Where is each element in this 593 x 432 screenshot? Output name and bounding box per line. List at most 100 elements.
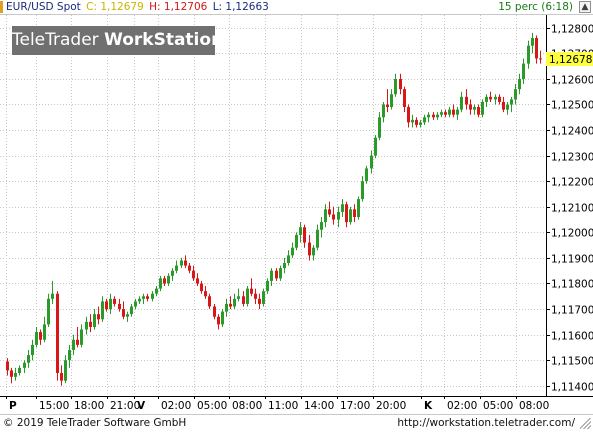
candle-body (411, 119, 414, 123)
candle-body (14, 372, 17, 377)
candle-body (531, 38, 534, 46)
y-tick-label: 1,12800 (551, 24, 593, 36)
y-tick-label: 1,12000 (551, 228, 593, 240)
candle-body (473, 107, 476, 110)
candle-body (370, 155, 373, 169)
candle-body (303, 227, 306, 243)
candle-body (456, 109, 459, 115)
candle-body (485, 96, 488, 102)
y-tick-label: 1,12500 (551, 100, 593, 112)
x-tick-label: 05:00 (197, 400, 227, 412)
x-tick-label: K (424, 400, 433, 412)
candle-body (27, 355, 30, 363)
candle-body (47, 298, 50, 325)
candle-body (332, 214, 335, 220)
candle-body (167, 275, 170, 284)
candle-body (295, 234, 298, 248)
candle-body (527, 45, 530, 64)
candle-body (175, 265, 178, 271)
candle-body (279, 268, 282, 279)
y-tick-label: 1,12600 (551, 75, 593, 87)
candle-body (489, 96, 492, 100)
candle-body (465, 96, 468, 105)
x-tick-label: 11:00 (268, 400, 298, 412)
y-tick-label: 1,11500 (551, 356, 593, 368)
teletrader-logo: TeleTrader WorkStation (12, 26, 223, 55)
candle-body (31, 344, 34, 356)
candle-body (72, 339, 75, 350)
logo-text-1: TeleTrader (12, 30, 105, 50)
y-tick-label: 1,11800 (551, 279, 593, 291)
x-tick-label: P (9, 400, 17, 412)
candle-body (134, 301, 137, 307)
chart-header: EUR/USD Spot C: 1,12679 H: 1,12706 L: 1,… (0, 0, 593, 15)
candle-body (200, 283, 203, 292)
candle-body (423, 117, 426, 123)
x-tick-label: 20:00 (376, 400, 406, 412)
x-tick-label: 02:00 (447, 400, 477, 412)
candle-body (229, 303, 232, 307)
x-tick-label: 02:00 (161, 400, 191, 412)
candle-body (138, 298, 141, 302)
candle-body (109, 298, 112, 310)
candle-body (146, 296, 149, 299)
website-link[interactable]: http://workstation.teletrader.com/ (397, 415, 575, 432)
candle-body (126, 314, 129, 317)
candle-body (390, 94, 393, 108)
price-chart[interactable]: 1,11400 1,11500 1,11600 1,11700 1,11800 1,119… (0, 0, 593, 431)
candle-body (444, 112, 447, 115)
candle-body (407, 107, 410, 123)
candle-body (502, 101, 505, 110)
y-tick-label: 1,11900 (551, 254, 593, 266)
candle-body (204, 291, 207, 297)
candle-body (361, 181, 364, 200)
candle-body (213, 306, 216, 317)
candle-body (415, 119, 418, 125)
candle-body (324, 209, 327, 223)
candle-body (357, 199, 360, 218)
candle-body (163, 278, 166, 284)
candle-body (122, 309, 125, 317)
candle-body (68, 349, 71, 361)
candle-body (64, 360, 67, 381)
candle-body (291, 247, 294, 256)
candle-body (469, 104, 472, 110)
footer-bar: © 2019 TeleTrader Software GmbH http://w… (0, 414, 593, 432)
y-tick-label: 1,11600 (551, 331, 593, 343)
candle-body (514, 89, 517, 100)
chart-background (0, 0, 593, 431)
candle-body (510, 99, 513, 105)
candle-body (481, 101, 484, 115)
candle-body (105, 301, 108, 310)
resize-grip-icon[interactable] (580, 418, 591, 429)
candle-body (60, 372, 63, 381)
candle-body (85, 321, 88, 330)
candle-body (250, 288, 253, 294)
low-price: L: 1,12663 (212, 1, 269, 13)
period-label[interactable]: 15 perc (6:18) (498, 0, 573, 14)
last-price-label: 1,12678 (549, 54, 592, 66)
y-tick-label: 1,12100 (551, 203, 593, 215)
candle-body (97, 314, 100, 320)
candle-body (382, 104, 385, 118)
candle-body (419, 122, 422, 125)
candle-body (18, 367, 21, 373)
candle-body (208, 296, 211, 307)
candle-body (275, 270, 278, 279)
candle-body (221, 311, 224, 325)
candle-body (237, 296, 240, 299)
logo-text-2: WorkStation (104, 30, 224, 50)
candle-body (452, 109, 455, 115)
y-tick-label: 1,12300 (551, 152, 593, 164)
instrument-symbol[interactable]: EUR/USD Spot (6, 1, 81, 13)
candle-body (498, 96, 501, 102)
candle-body (287, 255, 290, 264)
x-tick-label: 21:00 (110, 400, 140, 412)
caret-up-icon[interactable]: ▲ (579, 1, 591, 13)
candle-body (196, 278, 199, 284)
x-tick-label: 17:00 (340, 400, 370, 412)
chart-window: 1,11400 1,11500 1,11600 1,11700 1,11800 1,119… (0, 0, 593, 431)
candle-body (349, 209, 352, 223)
candle-body (427, 114, 430, 118)
candle-body (403, 89, 406, 108)
